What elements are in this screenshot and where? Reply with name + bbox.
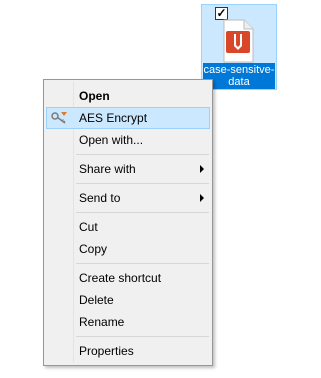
menu-item-label: Open	[79, 89, 110, 103]
context-menu: Open AES Encrypt Open with... Share with…	[43, 79, 213, 366]
menu-separator	[76, 263, 209, 264]
menu-item-open-with[interactable]: Open with...	[46, 129, 210, 151]
submenu-arrow-icon	[200, 194, 204, 202]
menu-item-label: Send to	[79, 191, 121, 205]
menu-item-label: Rename	[79, 315, 125, 329]
menu-item-label: Share with	[79, 162, 136, 176]
desktop-file-item[interactable]: ✓ case-sensitve-data	[201, 4, 277, 90]
file-name-label: case-sensitve-data	[203, 63, 275, 89]
menu-item-cut[interactable]: Cut	[46, 216, 210, 238]
menu-item-label: Properties	[79, 344, 134, 358]
menu-separator	[76, 336, 209, 337]
menu-item-label: Open with...	[79, 133, 144, 147]
menu-item-open[interactable]: Open	[46, 85, 210, 107]
menu-item-aes-encrypt[interactable]: AES Encrypt	[46, 107, 210, 129]
menu-item-label: Delete	[79, 293, 114, 307]
menu-separator	[76, 183, 209, 184]
menu-item-create-shortcut[interactable]: Create shortcut	[46, 267, 210, 289]
menu-item-rename[interactable]: Rename	[46, 311, 210, 333]
menu-item-share-with[interactable]: Share with	[46, 158, 210, 180]
menu-item-send-to[interactable]: Send to	[46, 187, 210, 209]
menu-item-copy[interactable]: Copy	[46, 238, 210, 260]
pdf-file-icon	[220, 19, 256, 63]
encrypt-key-icon	[50, 110, 68, 126]
menu-item-delete[interactable]: Delete	[46, 289, 210, 311]
menu-item-properties[interactable]: Properties	[46, 340, 210, 362]
submenu-arrow-icon	[200, 165, 204, 173]
menu-item-label: Create shortcut	[79, 271, 162, 285]
menu-separator	[76, 212, 209, 213]
menu-item-label: AES Encrypt	[79, 111, 148, 125]
menu-separator	[76, 154, 209, 155]
menu-item-label: Copy	[79, 242, 108, 256]
menu-item-label: Cut	[79, 220, 98, 234]
